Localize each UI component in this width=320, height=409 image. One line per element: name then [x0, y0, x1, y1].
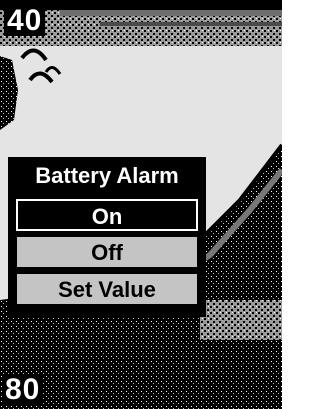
depth-scale-top: 40: [4, 6, 46, 36]
left-bottom-return: [0, 56, 18, 130]
menu-item-on[interactable]: On: [16, 199, 198, 231]
menu-item-set-value[interactable]: Set Value: [16, 273, 198, 305]
menu-title: Battery Alarm: [35, 163, 179, 188]
fish-arch-icon: [20, 48, 62, 84]
depth-scale-bottom: 80: [2, 375, 44, 405]
sonar-screen: 40 80 Battery Alarm On Off Set Value: [0, 0, 282, 409]
battery-alarm-menu: Battery Alarm On Off Set Value: [8, 157, 206, 317]
menu-item-off[interactable]: Off: [16, 236, 198, 268]
